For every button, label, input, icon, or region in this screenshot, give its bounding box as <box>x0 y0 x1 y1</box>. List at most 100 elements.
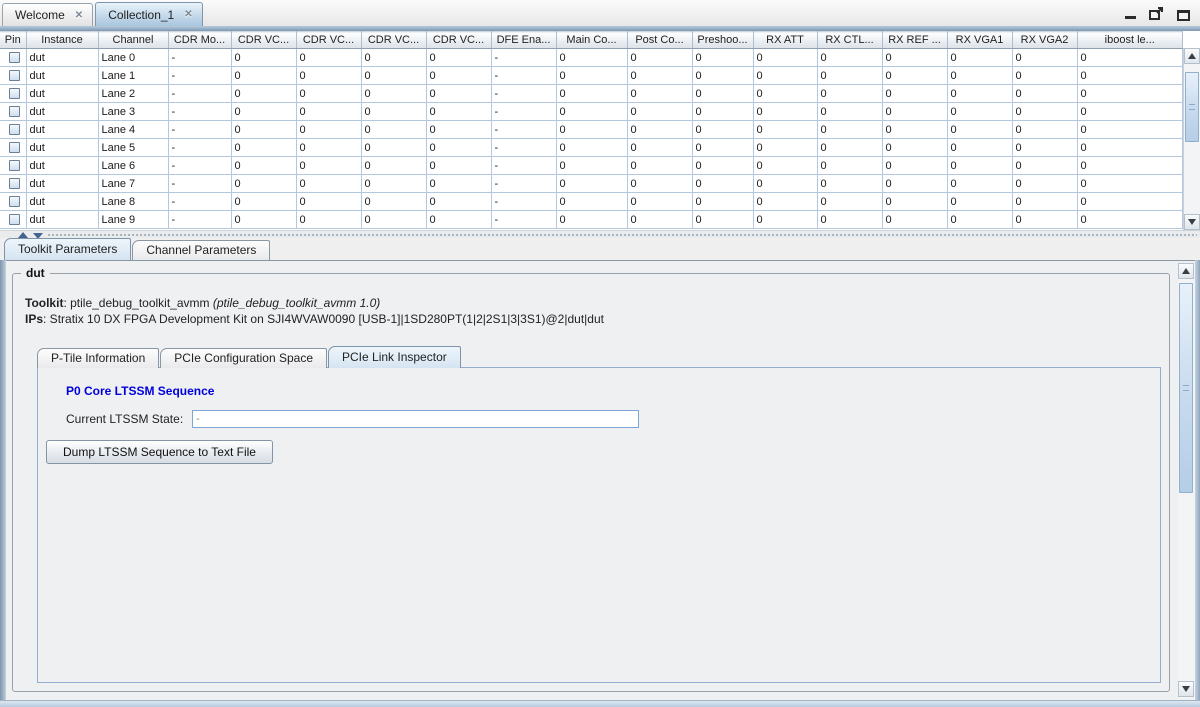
column-header-rx-vga1[interactable]: RX VGA1 <box>947 31 1013 49</box>
instance-cell: dut <box>26 138 99 157</box>
value-cell: 0 <box>947 66 1013 85</box>
value-cell: - <box>491 120 557 139</box>
table-vertical-scrollbar[interactable] <box>1183 48 1200 230</box>
tab-toolkit-parameters[interactable]: Toolkit Parameters <box>4 238 132 260</box>
value-cell: 0 <box>817 48 883 67</box>
ltssm-state-field[interactable] <box>192 410 640 428</box>
column-header-cdr-mo[interactable]: CDR Mo... <box>168 31 232 49</box>
value-cell: - <box>168 174 232 193</box>
pin-checkbox[interactable] <box>8 160 20 171</box>
value-cell: 0 <box>817 192 883 211</box>
scroll-down-button[interactable] <box>1178 681 1194 697</box>
pin-checkbox[interactable] <box>8 214 20 225</box>
application-window: Welcome ✕ Collection_1 ✕ Pin Instance Channel… <box>0 0 1200 707</box>
ips-label: IPs <box>25 312 44 326</box>
value-cell: 0 <box>296 48 362 67</box>
column-header-rx-vga2[interactable]: RX VGA2 <box>1012 31 1078 49</box>
column-header-cdr-vc[interactable]: CDR VC... <box>296 31 362 49</box>
column-header-rx-ctl[interactable]: RX CTL... <box>817 31 883 49</box>
dump-ltssm-button[interactable]: Dump LTSSM Sequence to Text File <box>46 440 273 464</box>
tab-pcie-configuration-space[interactable]: PCIe Configuration Space <box>160 348 328 368</box>
value-cell: 0 <box>1077 84 1183 103</box>
value-cell: 0 <box>231 102 297 121</box>
value-cell: 0 <box>817 120 883 139</box>
table-row-lane-7: dut Lane 7-0000-000000000 <box>0 174 1183 193</box>
parameters-tab-bar: Toolkit Parameters Channel Parameters <box>4 238 271 260</box>
minimize-icon[interactable] <box>1125 9 1136 21</box>
value-cell: 0 <box>231 156 297 175</box>
column-header-preshoo[interactable]: Preshoo... <box>692 31 754 49</box>
column-header-instance[interactable]: Instance <box>26 31 99 49</box>
pin-cell <box>0 138 27 157</box>
table-row-lane-0: dut Lane 0-0000-000000000 <box>0 48 1183 67</box>
value-cell: 0 <box>426 210 492 229</box>
view-tabs: Welcome ✕ Collection_1 ✕ <box>2 2 205 26</box>
tab-label: P-Tile Information <box>51 351 146 365</box>
dut-group-box: dut Toolkit: ptile_debug_toolkit_avmm (p… <box>12 266 1170 692</box>
column-header-cdr-vc[interactable]: CDR VC... <box>426 31 492 49</box>
horizontal-splitter[interactable] <box>0 230 1200 239</box>
tab-p-tile-information[interactable]: P-Tile Information <box>37 348 160 368</box>
panel-vertical-scrollbar[interactable] <box>1178 263 1195 699</box>
pin-cell <box>0 174 27 193</box>
scroll-up-button[interactable] <box>1184 48 1200 64</box>
scroll-down-button[interactable] <box>1184 214 1200 230</box>
column-header-iboost-le[interactable]: iboost le... <box>1077 31 1183 49</box>
column-header-dfe-ena[interactable]: DFE Ena... <box>491 31 557 49</box>
channel-cell: Lane 4 <box>98 120 169 139</box>
column-header-cdr-vc[interactable]: CDR VC... <box>361 31 427 49</box>
value-cell: 0 <box>882 138 948 157</box>
down-arrow-icon <box>1182 686 1190 692</box>
value-cell: 0 <box>556 192 628 211</box>
value-cell: 0 <box>753 192 818 211</box>
value-cell: 0 <box>817 156 883 175</box>
scrollbar-thumb[interactable] <box>1185 72 1199 142</box>
value-cell: 0 <box>882 192 948 211</box>
value-cell: 0 <box>361 138 427 157</box>
column-header-cdr-vc[interactable]: CDR VC... <box>231 31 297 49</box>
value-cell: 0 <box>1077 120 1183 139</box>
column-header-rx-ref[interactable]: RX REF ... <box>882 31 948 49</box>
column-header-main-co[interactable]: Main Co... <box>556 31 628 49</box>
value-cell: 0 <box>753 102 818 121</box>
column-header-channel[interactable]: Channel <box>98 31 169 49</box>
value-cell: - <box>168 48 232 67</box>
value-cell: 0 <box>1077 48 1183 67</box>
channel-cell: Lane 5 <box>98 138 169 157</box>
pin-checkbox[interactable] <box>8 178 20 189</box>
scroll-up-button[interactable] <box>1178 263 1194 279</box>
value-cell: 0 <box>1012 156 1078 175</box>
value-cell: 0 <box>753 66 818 85</box>
column-header-pin[interactable]: Pin <box>0 31 27 49</box>
pin-checkbox[interactable] <box>8 88 20 99</box>
value-cell: 0 <box>882 84 948 103</box>
view-tab-collection-1[interactable]: Collection_1 ✕ <box>95 2 203 26</box>
column-header-rx-att[interactable]: RX ATT <box>753 31 818 49</box>
view-tab-welcome[interactable]: Welcome ✕ <box>2 3 94 26</box>
tab-close-icon[interactable]: ✕ <box>75 10 83 21</box>
value-cell: 0 <box>361 84 427 103</box>
scrollbar-thumb[interactable] <box>1179 283 1193 493</box>
tab-pcie-link-inspector[interactable]: PCIe Link Inspector <box>328 346 461 368</box>
value-cell: 0 <box>627 102 693 121</box>
channel-cell: Lane 2 <box>98 84 169 103</box>
column-header-post-co[interactable]: Post Co... <box>627 31 693 49</box>
pin-checkbox[interactable] <box>8 124 20 135</box>
channel-cell: Lane 3 <box>98 102 169 121</box>
pin-checkbox[interactable] <box>8 70 20 81</box>
tab-close-icon[interactable]: ✕ <box>184 9 192 20</box>
pin-checkbox[interactable] <box>8 106 20 117</box>
tab-channel-parameters[interactable]: Channel Parameters <box>132 240 271 260</box>
pin-checkbox[interactable] <box>8 52 20 63</box>
float-window-icon[interactable] <box>1149 7 1164 23</box>
value-cell: 0 <box>556 84 628 103</box>
table-row-lane-3: dut Lane 3-0000-000000000 <box>0 102 1183 121</box>
ltssm-state-label: Current LTSSM State: <box>66 412 184 426</box>
pin-checkbox[interactable] <box>8 142 20 153</box>
maximize-icon[interactable] <box>1177 9 1190 21</box>
channel-parameter-table: Pin Instance Channel CDR Mo... CDR VC... CDR … <box>0 31 1183 229</box>
pin-checkbox[interactable] <box>8 196 20 207</box>
instance-cell: dut <box>26 120 99 139</box>
value-cell: 0 <box>231 120 297 139</box>
value-cell: 0 <box>947 156 1013 175</box>
